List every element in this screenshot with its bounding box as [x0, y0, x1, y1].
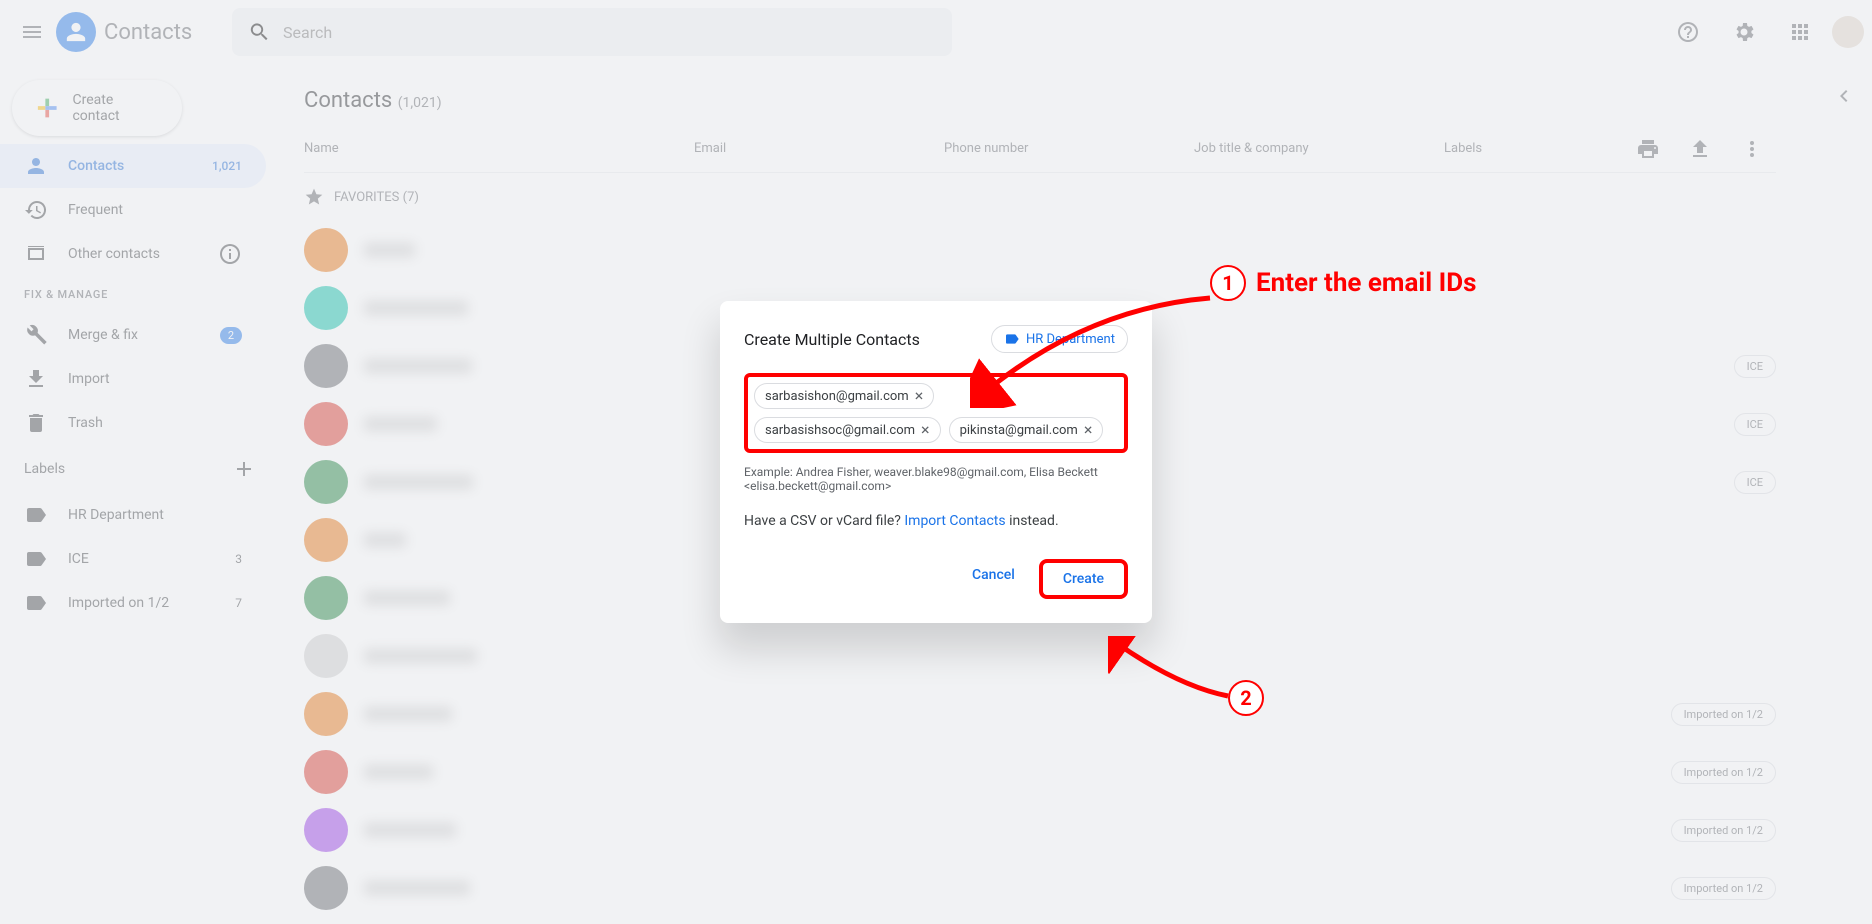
- cancel-button[interactable]: Cancel: [956, 559, 1031, 599]
- create-button[interactable]: Create: [1039, 559, 1128, 599]
- remove-chip-icon[interactable]: ×: [915, 388, 924, 404]
- remove-chip-icon[interactable]: ×: [1084, 422, 1093, 438]
- example-text: Example: Andrea Fisher, weaver.blake98@g…: [744, 465, 1128, 493]
- create-multiple-dialog: Create Multiple Contacts HR Department s…: [720, 301, 1152, 623]
- email-chip: sarbasishsoc@gmail.com×: [754, 417, 941, 443]
- import-contacts-link[interactable]: Import Contacts: [904, 513, 1005, 529]
- dialog-title: Create Multiple Contacts: [744, 330, 920, 349]
- email-chip: pikinsta@gmail.com×: [949, 417, 1104, 443]
- email-chip: sarbasishon@gmail.com×: [754, 383, 934, 409]
- dialog-label-chip[interactable]: HR Department: [991, 325, 1128, 353]
- remove-chip-icon[interactable]: ×: [921, 422, 930, 438]
- import-line: Have a CSV or vCard file? Import Contact…: [744, 513, 1128, 529]
- label-icon: [1004, 331, 1020, 347]
- modal-overlay[interactable]: Create Multiple Contacts HR Department s…: [0, 0, 1872, 924]
- email-input-box[interactable]: sarbasishon@gmail.com× sarbasishsoc@gmail…: [744, 373, 1128, 453]
